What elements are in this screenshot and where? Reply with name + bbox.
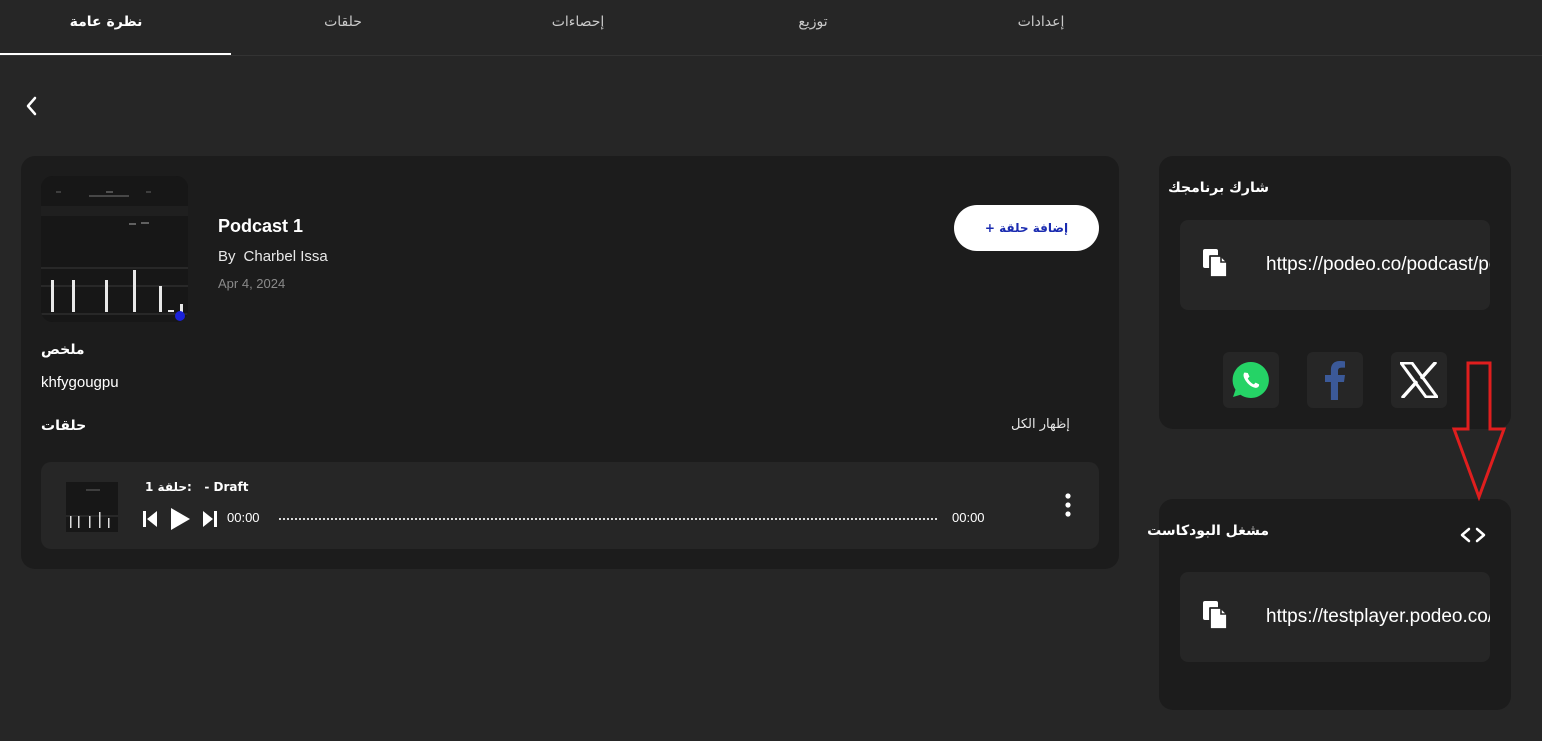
player-url: https://testplayer.podeo.co/podcast-1 [1266, 606, 1490, 627]
share-url: https://podeo.co/podcast/podcast-1 [1266, 254, 1490, 275]
copy-icon[interactable] [1202, 600, 1228, 630]
show-all-link[interactable]: إظهار الكل [1011, 417, 1070, 432]
podcast-player-card: مشغل البودكاست https://testplayer.podeo.… [1147, 499, 1511, 710]
tab-episodes[interactable]: حلقات [324, 14, 362, 30]
x-share-button[interactable] [1391, 352, 1447, 408]
play-icon[interactable] [169, 507, 191, 531]
copy-icon[interactable] [1202, 248, 1228, 278]
episode-thumbnail [66, 482, 118, 532]
red-annotation-arrow-icon [1451, 361, 1507, 501]
skip-forward-icon[interactable] [203, 510, 217, 528]
facebook-icon [1325, 361, 1345, 400]
episode-current-time: 00:00 [227, 510, 260, 525]
whatsapp-share-button[interactable] [1223, 352, 1279, 408]
more-options-icon[interactable] [1061, 492, 1075, 518]
episode-status: - Draft [204, 480, 249, 494]
by-prefix: By [218, 248, 236, 265]
tab-distribution[interactable]: توزيع [798, 14, 827, 30]
tab-overview[interactable]: نظرة عامة [70, 14, 143, 30]
episode-player-controls [143, 507, 217, 531]
facebook-share-button[interactable] [1307, 352, 1363, 408]
whatsapp-icon [1232, 361, 1269, 398]
podcast-title: Podcast 1 [218, 216, 304, 236]
episode-duration: 00:00 [952, 510, 985, 525]
summary-text: khfygougpu [41, 374, 119, 391]
summary-heading: ملخص [41, 342, 85, 358]
share-link-box[interactable]: https://podeo.co/podcast/podcast-1 [1180, 220, 1490, 310]
back-chevron-icon[interactable] [20, 94, 44, 118]
player-link-box[interactable]: https://testplayer.podeo.co/podcast-1 [1180, 572, 1490, 662]
top-tabs: نظرة عامة حلقات إحصاءات توزيع إعدادات [0, 0, 1542, 56]
podcast-author-line: By Charbel Issa [218, 248, 328, 265]
episode-title: حلقة 1: [145, 480, 192, 494]
x-icon [1400, 362, 1438, 398]
podcast-overview-card: Podcast 1 By Charbel Issa Apr 4, 2024 إضا… [21, 156, 1119, 569]
tab-statistics[interactable]: إحصاءات [552, 14, 605, 30]
episodes-heading: حلقات [41, 418, 87, 434]
add-episode-button[interactable]: إضافة حلقة + [954, 205, 1099, 251]
tab-settings[interactable]: إعدادات [1018, 14, 1065, 30]
episode-list-item[interactable]: حلقة 1: - Draft 00:00 00:00 [41, 462, 1099, 549]
episode-progress-bar[interactable] [279, 518, 937, 520]
embed-code-icon[interactable] [1459, 526, 1487, 544]
share-card-title: شارك برنامجك [1167, 180, 1269, 196]
episode-title-line: حلقة 1: - Draft [145, 480, 248, 494]
active-tab-indicator [0, 53, 231, 55]
podcast-cover-image [41, 176, 188, 322]
podcast-author: Charbel Issa [243, 248, 328, 265]
player-card-title: مشغل البودكاست [1147, 523, 1269, 539]
podcast-date: Apr 4, 2024 [218, 276, 286, 291]
skip-back-icon[interactable] [143, 510, 157, 528]
